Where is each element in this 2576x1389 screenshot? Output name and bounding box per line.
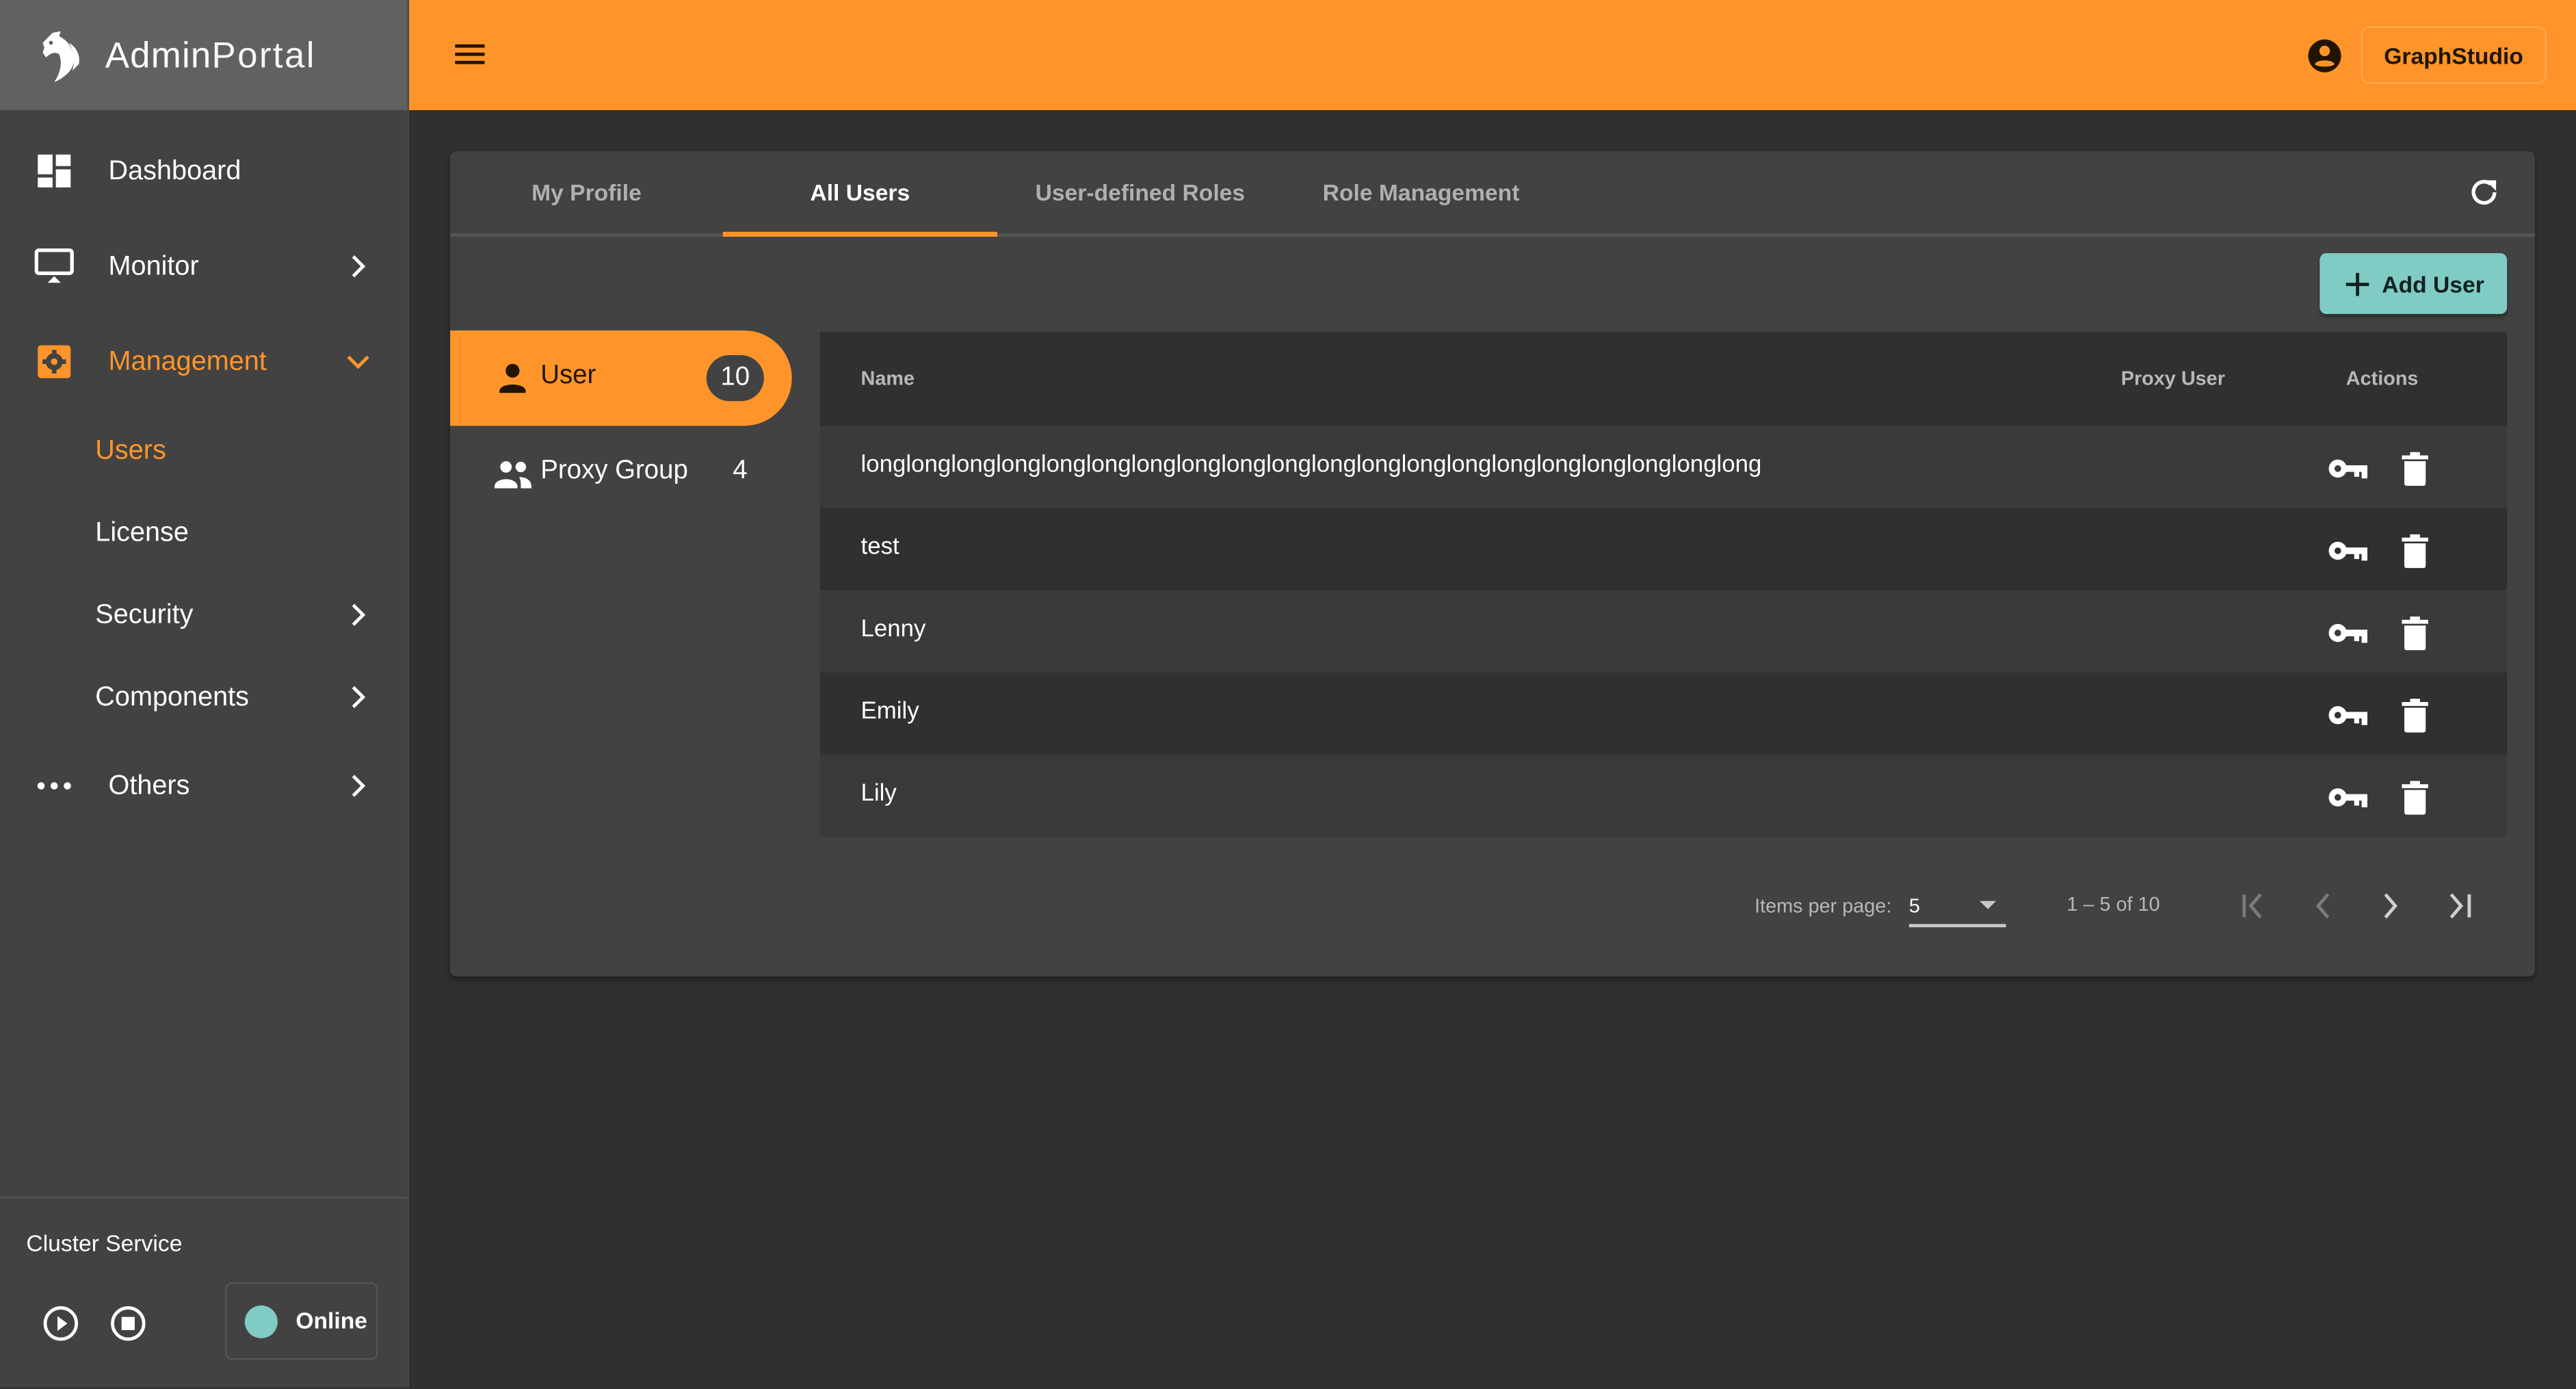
- items-per-page-value: 5: [1908, 894, 1920, 918]
- table-row: test: [819, 508, 2508, 590]
- first-page-icon[interactable]: [2236, 888, 2272, 924]
- column-header-name[interactable]: Name: [861, 367, 915, 390]
- dashboard-icon: [34, 151, 74, 191]
- chevron-down-icon: [347, 355, 369, 369]
- monitor-icon: [34, 246, 74, 286]
- chevron-right-icon: [352, 603, 366, 626]
- brand-name-light: Portal: [211, 34, 316, 75]
- user-name-cell: Lenny: [860, 616, 926, 643]
- sidebar-item-label: Monitor: [108, 250, 199, 281]
- sidebar-item-label: Users: [95, 434, 166, 465]
- app-root: AdminPortal Dashboard Monitor Management…: [0, 0, 2576, 1388]
- group-icon: [494, 460, 531, 489]
- sidebar-item-label: Management: [108, 346, 267, 376]
- add-user-label: Add User: [2382, 270, 2484, 297]
- brand-name: AdminPortal: [105, 34, 316, 76]
- key-icon[interactable]: [2326, 695, 2369, 735]
- person-icon: [499, 363, 526, 393]
- plus-icon: [2345, 272, 2369, 296]
- users-table: Name Proxy User Actions longlonglonglong…: [819, 332, 2508, 838]
- more-horiz-icon: [34, 766, 74, 806]
- sidebar-subitem-license[interactable]: License: [0, 491, 408, 573]
- sidebar: AdminPortal Dashboard Monitor Management…: [0, 0, 410, 1389]
- delete-icon[interactable]: [2399, 531, 2432, 571]
- sidebar-subitem-users[interactable]: Users: [0, 409, 408, 491]
- stop-circle-icon[interactable]: [109, 1303, 148, 1343]
- delete-icon[interactable]: [2399, 449, 2432, 489]
- delete-icon[interactable]: [2399, 613, 2432, 653]
- users-card: My Profile All Users User-defined Roles …: [450, 151, 2535, 977]
- tab-my-profile[interactable]: My Profile: [450, 151, 723, 233]
- delete-icon[interactable]: [2399, 778, 2432, 818]
- last-page-icon[interactable]: [2441, 888, 2478, 924]
- settings-box-icon: [34, 342, 74, 382]
- sidebar-item-label: Dashboard: [108, 155, 241, 185]
- sidebar-item-others[interactable]: Others: [0, 744, 408, 827]
- user-name-cell: Emily: [860, 699, 919, 725]
- category-label: Proxy Group: [540, 456, 688, 485]
- sidebar-item-monitor[interactable]: Monitor: [0, 225, 408, 307]
- refresh-icon[interactable]: [2466, 174, 2502, 211]
- key-icon[interactable]: [2326, 531, 2369, 571]
- table-row: Emily: [819, 672, 2508, 755]
- previous-page-icon[interactable]: [2305, 888, 2341, 924]
- graphstudio-button[interactable]: GraphStudio: [2361, 26, 2547, 84]
- table-row: Lily: [819, 754, 2508, 838]
- sidebar-subitem-security[interactable]: Security: [0, 574, 408, 656]
- sidebar-item-label: License: [95, 517, 189, 547]
- brand: AdminPortal: [0, 0, 408, 110]
- user-name-cell: Lily: [860, 781, 897, 807]
- top-bar: GraphStudio: [409, 0, 2576, 110]
- menu-hamburger-icon[interactable]: [451, 36, 488, 73]
- sidebar-item-label: Others: [108, 770, 190, 800]
- chevron-right-icon: [352, 255, 366, 278]
- key-icon[interactable]: [2326, 613, 2369, 653]
- tab-role-management[interactable]: Role Management: [1283, 151, 1560, 233]
- tab-user-defined-roles[interactable]: User-defined Roles: [997, 151, 1283, 233]
- items-per-page-select[interactable]: 5: [1908, 885, 2006, 928]
- category-proxy-group[interactable]: Proxy Group 4: [450, 426, 792, 521]
- paginator: Items per page: 5 1 – 5 of 10: [450, 874, 2535, 940]
- category-user[interactable]: User 10: [450, 330, 792, 426]
- panther-logo-icon: [42, 30, 79, 81]
- cluster-service-title: Cluster Service: [26, 1230, 183, 1256]
- delete-icon[interactable]: [2399, 695, 2432, 735]
- sidebar-subitem-components[interactable]: Components: [0, 656, 408, 738]
- category-count: 4: [733, 456, 748, 485]
- key-icon[interactable]: [2326, 449, 2369, 489]
- brand-name-bold: Admin: [105, 34, 212, 75]
- key-icon[interactable]: [2326, 778, 2369, 818]
- items-per-page-label: Items per page:: [1754, 894, 1892, 918]
- user-name-cell: longlonglonglonglonglonglonglonglonglong…: [860, 452, 1762, 479]
- add-user-button[interactable]: Add User: [2319, 253, 2508, 314]
- user-name-cell: test: [860, 534, 899, 561]
- column-header-actions: Actions: [2345, 366, 2419, 390]
- status-indicator-dot: [244, 1305, 278, 1338]
- cluster-service-panel: Cluster Service Online: [0, 1197, 408, 1389]
- column-header-proxy-user[interactable]: Proxy User: [2121, 367, 2225, 390]
- sidebar-item-label: Components: [95, 681, 250, 712]
- table-row: Lenny: [819, 590, 2508, 673]
- cluster-status-badge: Online: [225, 1282, 378, 1360]
- category-count-badge: 10: [706, 355, 764, 402]
- category-label: User: [540, 361, 596, 390]
- next-page-icon[interactable]: [2372, 888, 2408, 924]
- sidebar-item-label: Security: [95, 599, 194, 629]
- account-circle-icon[interactable]: [2305, 36, 2345, 76]
- tab-all-users[interactable]: All Users: [722, 151, 997, 237]
- play-circle-icon[interactable]: [41, 1303, 81, 1343]
- cluster-status-text: Online: [295, 1307, 367, 1334]
- dropdown-arrow-icon: [1980, 900, 1997, 909]
- page-range-label: 1 – 5 of 10: [2066, 892, 2160, 916]
- sidebar-item-dashboard[interactable]: Dashboard: [0, 130, 408, 212]
- table-header: Name Proxy User Actions: [819, 332, 2508, 426]
- sidebar-item-management[interactable]: Management: [0, 321, 408, 403]
- chevron-right-icon: [352, 686, 366, 708]
- chevron-right-icon: [352, 775, 366, 797]
- tab-bar: My Profile All Users User-defined Roles …: [450, 151, 2535, 237]
- table-row: longlonglonglonglonglonglonglonglonglong…: [819, 426, 2508, 508]
- table-body: longlonglonglonglonglonglonglonglonglong…: [819, 426, 2508, 838]
